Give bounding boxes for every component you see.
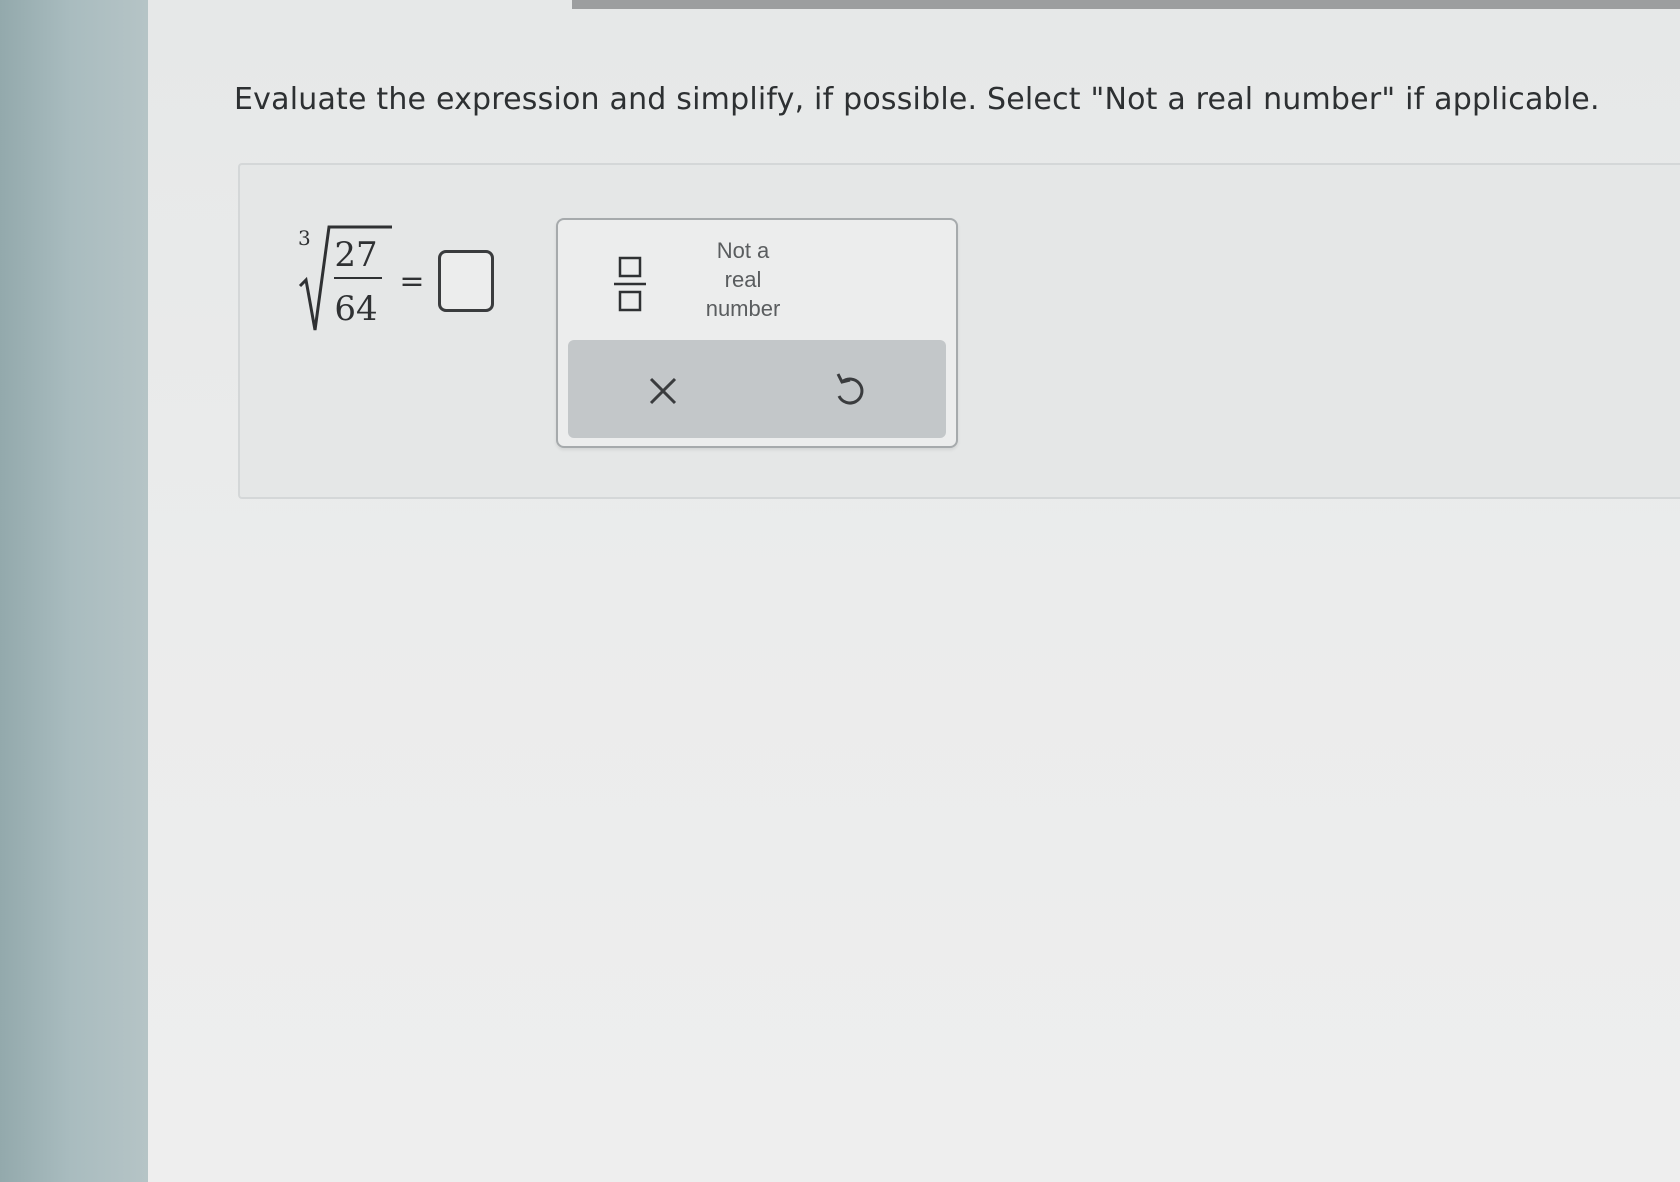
clear-button[interactable] [638, 366, 688, 416]
not-real-label-line3: number [705, 296, 781, 321]
root-index: 3 [298, 226, 311, 250]
keypad-action-bar [568, 340, 946, 438]
math-keypad: Not a real number [556, 218, 958, 448]
background-side-strip [0, 0, 158, 1182]
question-text: Evaluate the expression and simplify, if… [234, 82, 1600, 117]
fraction-icon [614, 256, 646, 312]
undo-icon [836, 373, 864, 405]
numerator: 27 [334, 235, 377, 275]
fraction-button[interactable] [606, 246, 656, 316]
not-a-real-number-button[interactable]: Not a real number [688, 236, 798, 326]
not-real-label-line1: Not a [716, 238, 770, 263]
answer-input-box[interactable] [438, 250, 494, 312]
not-real-label-line2: real [724, 267, 762, 292]
equals-sign: = [399, 264, 424, 299]
undo-button[interactable] [824, 366, 874, 416]
close-icon [649, 377, 677, 405]
top-bar [572, 0, 1680, 9]
denominator: 64 [334, 289, 377, 329]
